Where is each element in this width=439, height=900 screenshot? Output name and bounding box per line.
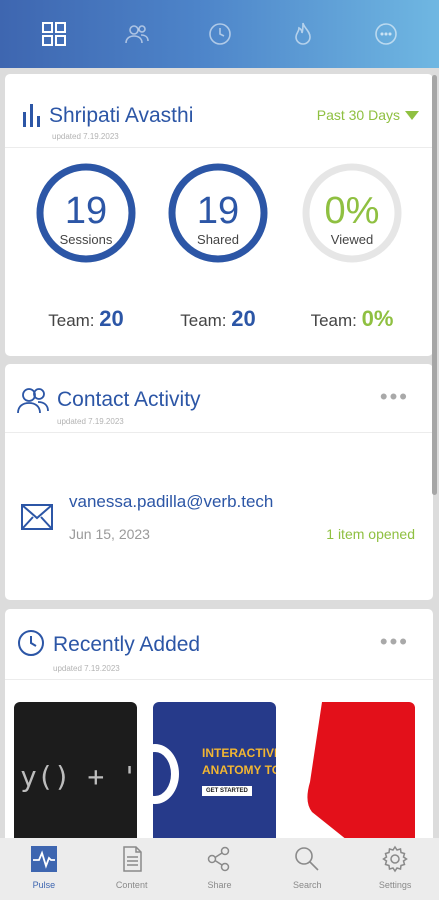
card-title: Recently Added <box>53 633 201 656</box>
team-prefix: Team: <box>310 311 357 330</box>
top-nav-grid[interactable] <box>34 14 74 54</box>
people-icon <box>124 25 149 44</box>
more-options-button[interactable]: ••• <box>380 384 409 410</box>
stat-label: Sessions <box>59 232 113 247</box>
thumbnail-line1: INTERACTIVE <box>202 746 276 760</box>
top-nav-people[interactable] <box>117 14 157 54</box>
divider <box>5 679 433 680</box>
nav-label: Content <box>115 880 148 890</box>
document-icon <box>122 846 142 872</box>
clock-icon <box>18 630 44 656</box>
thumbnail-get-started: GET STARTED <box>202 786 252 796</box>
chat-icon <box>374 23 397 45</box>
divider <box>5 147 433 148</box>
envelope-icon <box>21 504 53 530</box>
scrollbar[interactable] <box>432 75 437 495</box>
thumbnail-logo-shape <box>153 744 179 804</box>
grid-icon <box>41 22 66 46</box>
thumbnail-red-shape <box>307 702 415 838</box>
nav-label: Settings <box>378 880 412 890</box>
share-icon <box>208 846 230 872</box>
bottom-nav-settings[interactable]: Settings <box>355 844 435 890</box>
more-options-button[interactable]: ••• <box>380 629 409 655</box>
team-value: 20 <box>99 306 124 331</box>
date-range-dropdown[interactable]: Past 30 Days <box>317 107 419 123</box>
bottom-nav-content[interactable]: Content <box>92 844 172 890</box>
top-nav-chat[interactable] <box>366 14 406 54</box>
summary-updated: updated 7.19.2023 <box>52 132 119 141</box>
contact-email-link[interactable]: vanessa.padilla@verb.tech <box>69 492 273 512</box>
content-thumbnail-red[interactable] <box>292 702 415 838</box>
activity-date: Jun 15, 2023 <box>69 526 150 542</box>
stat-value: 19 <box>64 190 108 232</box>
flame-icon <box>294 22 311 45</box>
people-icon <box>17 388 49 414</box>
card-updated: updated 7.19.2023 <box>53 664 120 673</box>
team-sessions: Team: 20 <box>26 306 146 332</box>
top-nav-flame[interactable] <box>283 14 323 54</box>
thumbnail-line2: ANATOMY TOO <box>202 763 276 777</box>
stat-shared[interactable]: 19 Shared <box>167 162 269 264</box>
top-nav-clock[interactable] <box>200 14 240 54</box>
stat-label: Shared <box>197 232 239 247</box>
divider <box>5 432 433 433</box>
stat-value: 19 <box>196 190 240 232</box>
team-shared: Team: 20 <box>158 306 278 332</box>
date-range-label: Past 30 Days <box>316 107 400 123</box>
nav-label: Pulse <box>32 880 56 890</box>
stat-label: Viewed <box>330 232 374 247</box>
pulse-icon <box>30 846 57 872</box>
main-content[interactable]: Shripati Avasthi updated 7.19.2023 Past … <box>0 68 439 838</box>
team-viewed: Team: 0% <box>292 306 412 332</box>
stat-value: 0% <box>324 190 380 232</box>
bar-chart-icon <box>23 104 40 127</box>
user-name: Shripati Avasthi <box>49 104 194 127</box>
bottom-nav-pulse[interactable]: Pulse <box>4 844 84 890</box>
bottom-nav-share[interactable]: Share <box>179 844 259 890</box>
gear-icon <box>382 845 408 873</box>
stat-sessions[interactable]: 19 Sessions <box>35 162 137 264</box>
team-prefix: Team: <box>180 311 227 330</box>
bottom-nav-bar: Pulse Content Share Search Settings <box>0 838 439 900</box>
clock-icon <box>208 23 231 45</box>
team-prefix: Team: <box>48 311 95 330</box>
top-nav-bar <box>0 0 439 68</box>
team-value: 0% <box>361 306 394 331</box>
summary-card: Shripati Avasthi updated 7.19.2023 Past … <box>5 74 433 356</box>
nav-label: Search <box>293 880 322 890</box>
bottom-nav-search[interactable]: Search <box>267 844 347 890</box>
team-value: 20 <box>231 306 256 331</box>
card-updated: updated 7.19.2023 <box>57 417 124 426</box>
stat-viewed[interactable]: 0% Viewed <box>301 162 403 264</box>
thumbnail-code-text: y() + '\ <box>20 760 137 793</box>
caret-down-icon <box>405 110 419 120</box>
search-icon <box>295 847 319 871</box>
contact-activity-card: Contact Activity updated 7.19.2023 ••• v… <box>5 364 433 600</box>
activity-status: 1 item opened <box>326 526 415 542</box>
nav-label: Share <box>207 880 232 890</box>
content-thumbnail-code[interactable]: y() + '\ <box>14 702 137 838</box>
content-thumbnail-anatomy[interactable]: INTERACTIVE ANATOMY TOO GET STARTED <box>153 702 276 838</box>
card-title: Contact Activity <box>57 388 201 411</box>
